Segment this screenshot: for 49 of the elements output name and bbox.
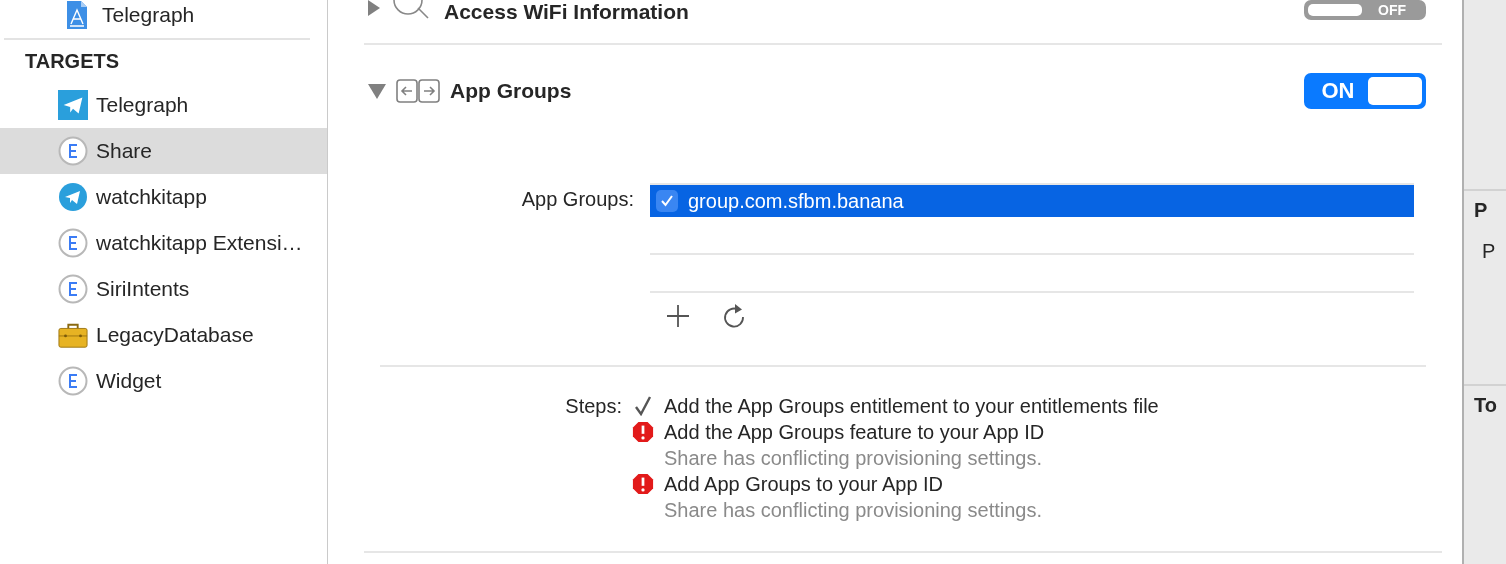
project-name[interactable]: Telegraph bbox=[102, 2, 195, 27]
extension-icon bbox=[58, 366, 88, 396]
target-item[interactable]: Widget bbox=[0, 358, 327, 404]
capability-switch[interactable]: ON bbox=[1304, 73, 1426, 109]
capability-title: Access WiFi Information bbox=[444, 0, 690, 24]
section-title: To bbox=[1474, 394, 1498, 417]
paper-plane-circle-icon bbox=[59, 183, 87, 211]
app-groups-icon bbox=[396, 79, 440, 103]
extension-icon bbox=[58, 228, 88, 258]
target-name: Telegraph bbox=[96, 93, 189, 117]
target-name: watchkitapp Extensi… bbox=[96, 231, 303, 255]
target-item[interactable]: watchkitapp bbox=[0, 174, 327, 220]
step-text: Add the App Groups feature to your App ID bbox=[664, 420, 1046, 445]
app-group-row[interactable]: group.com.sfbm.banana bbox=[650, 183, 1414, 217]
checkbox[interactable] bbox=[656, 190, 678, 212]
target-name: LegacyDatabase bbox=[96, 323, 254, 347]
step-text: Add the App Groups entitlement to your entitlements file bbox=[664, 394, 1160, 419]
target-item[interactable]: SiriIntents bbox=[0, 266, 327, 312]
target-name: Widget bbox=[96, 369, 162, 393]
target-item[interactable]: Share bbox=[0, 128, 327, 174]
step-detail: Share has conflicting provisioning settings. bbox=[664, 498, 1043, 523]
section-title: P bbox=[1474, 199, 1489, 222]
capability-title: App Groups bbox=[450, 79, 573, 103]
target-name: watchkitapp bbox=[96, 185, 207, 209]
target-name: SiriIntents bbox=[96, 277, 190, 301]
step-detail: Share has conflicting provisioning settings. bbox=[664, 446, 1043, 471]
refresh-icon[interactable] bbox=[722, 303, 746, 329]
extension-icon bbox=[58, 136, 88, 166]
property-label: P bbox=[1482, 240, 1497, 263]
toolbox-icon bbox=[58, 321, 88, 349]
target-item[interactable]: LegacyDatabase bbox=[0, 312, 327, 358]
error-icon bbox=[632, 472, 654, 496]
paper-plane-app-icon bbox=[58, 89, 88, 121]
project-file-icon bbox=[65, 0, 89, 30]
target-item[interactable]: watchkitapp Extensi… bbox=[0, 220, 327, 266]
target-name: Share bbox=[96, 139, 153, 163]
disclosure-triangle-icon[interactable] bbox=[368, 0, 380, 16]
disclosure-triangle-icon[interactable] bbox=[368, 83, 386, 99]
field-label: App Groups: bbox=[520, 187, 634, 212]
checkmark-icon bbox=[634, 396, 652, 416]
section-title: TARGETS bbox=[25, 49, 120, 73]
checkmark-icon bbox=[660, 194, 674, 208]
step-text: Add App Groups to your App ID bbox=[664, 472, 945, 497]
add-icon[interactable] bbox=[666, 304, 690, 328]
target-item[interactable]: Telegraph bbox=[0, 82, 327, 128]
app-group-name: group.com.sfbm.banana bbox=[688, 189, 904, 213]
extension-icon bbox=[58, 274, 88, 304]
error-icon bbox=[632, 420, 654, 444]
steps-label: Steps: bbox=[564, 394, 622, 419]
